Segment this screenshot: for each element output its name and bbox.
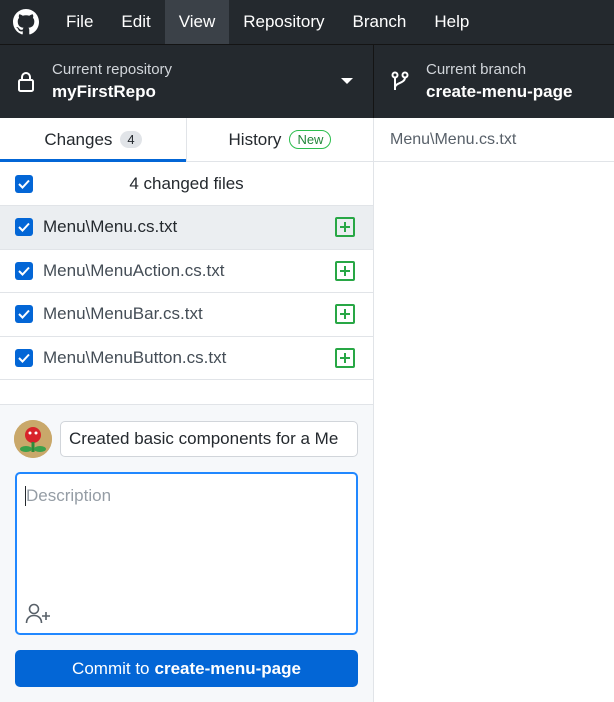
- git-branch-icon: [374, 70, 426, 94]
- file-row[interactable]: Menu\MenuAction.cs.txt: [0, 250, 373, 293]
- tab-changes[interactable]: Changes 4: [0, 118, 186, 162]
- new-badge: New: [289, 130, 332, 149]
- commit-summary-input[interactable]: Created basic components for a Me: [60, 421, 358, 457]
- menu-help[interactable]: Help: [420, 0, 483, 44]
- file-checkbox[interactable]: [15, 348, 33, 367]
- file-added-icon: [335, 217, 355, 238]
- changed-files-list: 4 changed files Menu\Menu.cs.txt Menu\Me…: [0, 162, 374, 404]
- diff-file-path: Menu\Menu.cs.txt: [374, 118, 614, 162]
- file-checkbox[interactable]: [15, 261, 33, 280]
- file-checkbox[interactable]: [15, 218, 33, 237]
- file-added-icon: [335, 304, 355, 325]
- current-repository-button[interactable]: Current repository myFirstRepo: [0, 45, 374, 119]
- github-logo-icon: [0, 0, 52, 44]
- file-row[interactable]: Menu\MenuButton.cs.txt: [0, 337, 373, 380]
- avatar: [14, 420, 52, 458]
- description-placeholder: Description: [26, 486, 112, 505]
- current-branch-button[interactable]: Current branch create-menu-page: [374, 45, 614, 119]
- toolbar: Current repository myFirstRepo Current b…: [0, 44, 614, 119]
- commit-button-prefix: Commit to: [72, 658, 150, 678]
- menu-branch[interactable]: Branch: [339, 0, 421, 44]
- select-all-checkbox[interactable]: [15, 174, 33, 193]
- changes-count-badge: 4: [120, 131, 142, 148]
- commit-panel: Created basic components for a Me Descri…: [0, 404, 374, 702]
- file-added-icon: [335, 347, 355, 368]
- menu-edit[interactable]: Edit: [107, 0, 164, 44]
- repository-caption: Current repository: [52, 61, 173, 78]
- menu-bar: File Edit View Repository Branch Help: [0, 0, 614, 44]
- lock-icon: [0, 71, 52, 93]
- file-path: Menu\MenuAction.cs.txt: [43, 260, 225, 280]
- file-added-icon: [335, 260, 355, 281]
- tab-changes-label: Changes: [44, 129, 113, 149]
- commit-description-input[interactable]: Description: [15, 472, 358, 635]
- changed-files-count: 4 changed files: [129, 173, 244, 193]
- repository-name: myFirstRepo: [52, 82, 156, 101]
- add-coauthor-icon[interactable]: [25, 601, 53, 625]
- branch-caption: Current branch: [426, 61, 527, 78]
- menu-file[interactable]: File: [52, 0, 107, 44]
- file-path: Menu\Menu.cs.txt: [43, 217, 178, 237]
- file-checkbox[interactable]: [15, 305, 33, 324]
- sidebar-tabs: Changes 4 History New: [0, 118, 374, 162]
- file-row[interactable]: Menu\Menu.cs.txt: [0, 206, 373, 250]
- commit-button-branch: create-menu-page: [154, 658, 301, 678]
- menu-view[interactable]: View: [164, 0, 230, 44]
- tab-history-label: History: [228, 129, 282, 149]
- commit-button[interactable]: Commit to create-menu-page: [15, 650, 358, 687]
- file-path: Menu\MenuButton.cs.txt: [43, 347, 227, 367]
- file-row[interactable]: Menu\MenuBar.cs.txt: [0, 293, 373, 337]
- file-list-header: 4 changed files: [0, 162, 373, 206]
- chevron-down-icon: [341, 78, 353, 84]
- branch-name: create-menu-page: [426, 82, 573, 101]
- menu-repository[interactable]: Repository: [229, 0, 338, 44]
- tab-history[interactable]: History New: [186, 118, 373, 161]
- file-path: Menu\MenuBar.cs.txt: [43, 304, 203, 324]
